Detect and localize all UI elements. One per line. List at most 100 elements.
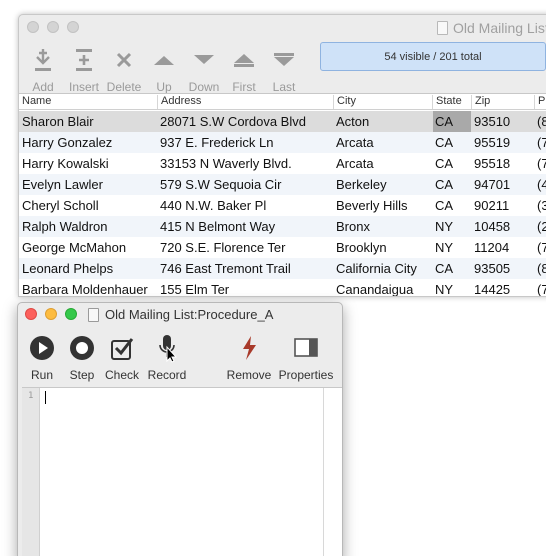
cell-zip[interactable]: 90211 bbox=[474, 198, 509, 213]
cell-zip[interactable]: 95519 bbox=[474, 135, 510, 150]
cell-name[interactable]: Evelyn Lawler bbox=[22, 177, 103, 192]
cell-address[interactable]: 937 E. Frederick Ln bbox=[160, 135, 273, 150]
column-header-state[interactable]: State bbox=[432, 95, 462, 109]
zoom-icon[interactable] bbox=[67, 21, 79, 33]
remove-lightning-icon bbox=[225, 333, 273, 363]
minimize-icon[interactable] bbox=[47, 21, 59, 33]
properties-button[interactable]: Properties bbox=[279, 329, 333, 385]
records-window: Old Mailing List Add Insert Delete Up Do… bbox=[18, 14, 546, 297]
check-button[interactable]: Check bbox=[98, 329, 146, 385]
procedure-window-title: Old Mailing List:Procedure_A bbox=[105, 307, 274, 322]
cell-name[interactable]: Sharon Blair bbox=[22, 114, 94, 129]
cell-zip[interactable]: 93505 bbox=[474, 261, 510, 276]
cell-address[interactable]: 746 East Tremont Trail bbox=[160, 261, 291, 276]
table-row[interactable]: Sharon Blair 28071 S.W Cordova Blvd Acton C… bbox=[19, 111, 546, 132]
check-label: Check bbox=[104, 368, 139, 382]
cell-name[interactable]: Barbara Moldenhauer bbox=[22, 282, 148, 296]
line-number: 1 bbox=[28, 391, 34, 401]
cell-address[interactable]: 415 N Belmont Way bbox=[160, 219, 275, 234]
editor-margin-rule bbox=[323, 388, 324, 556]
cell-name[interactable]: George McMahon bbox=[22, 240, 126, 255]
table-row[interactable]: Leonard Phelps 746 East Tremont Trail Cali… bbox=[19, 258, 546, 279]
cell-phone[interactable]: (7 bbox=[537, 282, 546, 296]
cell-zip[interactable]: 11204 bbox=[474, 240, 509, 255]
cell-city[interactable]: Bronx bbox=[336, 219, 370, 234]
table-row[interactable]: Cheryl Scholl 440 N.W. Baker Pl Beverly Hi… bbox=[19, 195, 546, 216]
records-titlebar: Old Mailing List bbox=[19, 15, 546, 39]
document-icon bbox=[88, 308, 99, 322]
column-header-name[interactable]: Name bbox=[19, 95, 51, 109]
cell-state[interactable]: NY bbox=[435, 282, 453, 296]
cell-address[interactable]: 28071 S.W Cordova Blvd bbox=[160, 114, 306, 129]
close-icon[interactable] bbox=[25, 308, 37, 320]
cell-zip[interactable]: 94701 bbox=[474, 177, 510, 192]
column-header-address[interactable]: Address bbox=[157, 95, 201, 109]
cell-phone[interactable]: (7 bbox=[537, 156, 546, 171]
table-row[interactable]: Harry Gonzalez 937 E. Frederick Ln Arcata C… bbox=[19, 132, 546, 153]
cell-phone[interactable]: (2 bbox=[537, 219, 546, 234]
close-icon[interactable] bbox=[27, 21, 39, 33]
cell-zip[interactable]: 10458 bbox=[474, 219, 510, 234]
minimize-icon[interactable] bbox=[45, 308, 57, 320]
cell-city[interactable]: Acton bbox=[336, 114, 369, 129]
cell-name[interactable]: Harry Gonzalez bbox=[22, 135, 112, 150]
procedure-window: Old Mailing List:Procedure_A Run Step Ch… bbox=[17, 302, 343, 556]
cell-address[interactable]: 720 S.E. Florence Ter bbox=[160, 240, 286, 255]
cell-address[interactable]: 579 S.W Sequoia Cir bbox=[160, 177, 281, 192]
record-microphone-icon bbox=[143, 333, 191, 363]
cell-state[interactable]: CA bbox=[435, 177, 453, 192]
check-icon bbox=[98, 333, 146, 363]
cell-name[interactable]: Cheryl Scholl bbox=[22, 198, 99, 213]
record-label: Record bbox=[147, 368, 187, 382]
record-button[interactable]: Record bbox=[143, 329, 191, 385]
cell-phone[interactable]: (8 bbox=[537, 114, 546, 129]
cell-phone[interactable]: (7 bbox=[537, 135, 546, 150]
column-header-zip[interactable]: Zip bbox=[471, 95, 490, 109]
cell-name[interactable]: Harry Kowalski bbox=[22, 156, 109, 171]
cell-city[interactable]: Berkeley bbox=[336, 177, 387, 192]
record-count-status: 54 visible / 201 total bbox=[320, 42, 546, 71]
cell-state[interactable]: CA bbox=[435, 198, 453, 213]
cell-zip[interactable]: 95518 bbox=[474, 156, 510, 171]
text-caret bbox=[45, 391, 46, 404]
cell-city[interactable]: Beverly Hills bbox=[336, 198, 408, 213]
document-icon bbox=[437, 21, 448, 35]
cell-city[interactable]: Canandaigua bbox=[336, 282, 413, 296]
cell-state[interactable]: CA bbox=[435, 135, 453, 150]
cell-zip[interactable]: 14425 bbox=[474, 282, 510, 296]
table-row[interactable]: Harry Kowalski 33153 N Waverly Blvd. Arcat… bbox=[19, 153, 546, 174]
cell-state[interactable]: CA bbox=[435, 156, 453, 171]
cell-address[interactable]: 155 Elm Ter bbox=[160, 282, 229, 296]
zoom-icon[interactable] bbox=[65, 308, 77, 320]
last-label: Last bbox=[272, 80, 296, 94]
cell-state[interactable]: NY bbox=[435, 219, 453, 234]
cell-phone[interactable]: (7 bbox=[537, 240, 546, 255]
table-row[interactable]: Evelyn Lawler 579 S.W Sequoia Cir Berkeley… bbox=[19, 174, 546, 195]
cell-state[interactable]: NY bbox=[435, 240, 453, 255]
records-table: Name Address City State Zip Ph Sharon Bl… bbox=[19, 93, 546, 296]
cell-address[interactable]: 33153 N Waverly Blvd. bbox=[160, 156, 292, 171]
cell-city[interactable]: Arcata bbox=[336, 135, 374, 150]
cell-address[interactable]: 440 N.W. Baker Pl bbox=[160, 198, 266, 213]
cell-state[interactable]: CA bbox=[435, 261, 453, 276]
cell-name[interactable]: Ralph Waldron bbox=[22, 219, 108, 234]
cell-state[interactable]: CA bbox=[433, 111, 471, 132]
line-number-gutter: 1 bbox=[22, 388, 40, 556]
column-header-phone[interactable]: Ph bbox=[534, 95, 546, 109]
table-row[interactable]: Barbara Moldenhauer 155 Elm Ter Canandaigu… bbox=[19, 279, 546, 296]
table-row[interactable]: Ralph Waldron 415 N Belmont Way Bronx NY 104… bbox=[19, 216, 546, 237]
properties-icon bbox=[282, 333, 330, 363]
procedure-editor[interactable]: 1 bbox=[22, 387, 342, 556]
cell-phone[interactable]: (8 bbox=[537, 261, 546, 276]
cell-phone[interactable]: (3 bbox=[537, 198, 546, 213]
cell-city[interactable]: Arcata bbox=[336, 156, 374, 171]
cell-phone[interactable]: (4 bbox=[537, 177, 546, 192]
properties-label: Properties bbox=[278, 368, 334, 382]
cell-name[interactable]: Leonard Phelps bbox=[22, 261, 113, 276]
cell-city[interactable]: California City bbox=[336, 261, 417, 276]
cell-city[interactable]: Brooklyn bbox=[336, 240, 387, 255]
column-header-city[interactable]: City bbox=[333, 95, 356, 109]
table-row[interactable]: George McMahon 720 S.E. Florence Ter Brook… bbox=[19, 237, 546, 258]
cell-zip[interactable]: 93510 bbox=[474, 114, 510, 129]
remove-button[interactable]: Remove bbox=[225, 329, 273, 385]
